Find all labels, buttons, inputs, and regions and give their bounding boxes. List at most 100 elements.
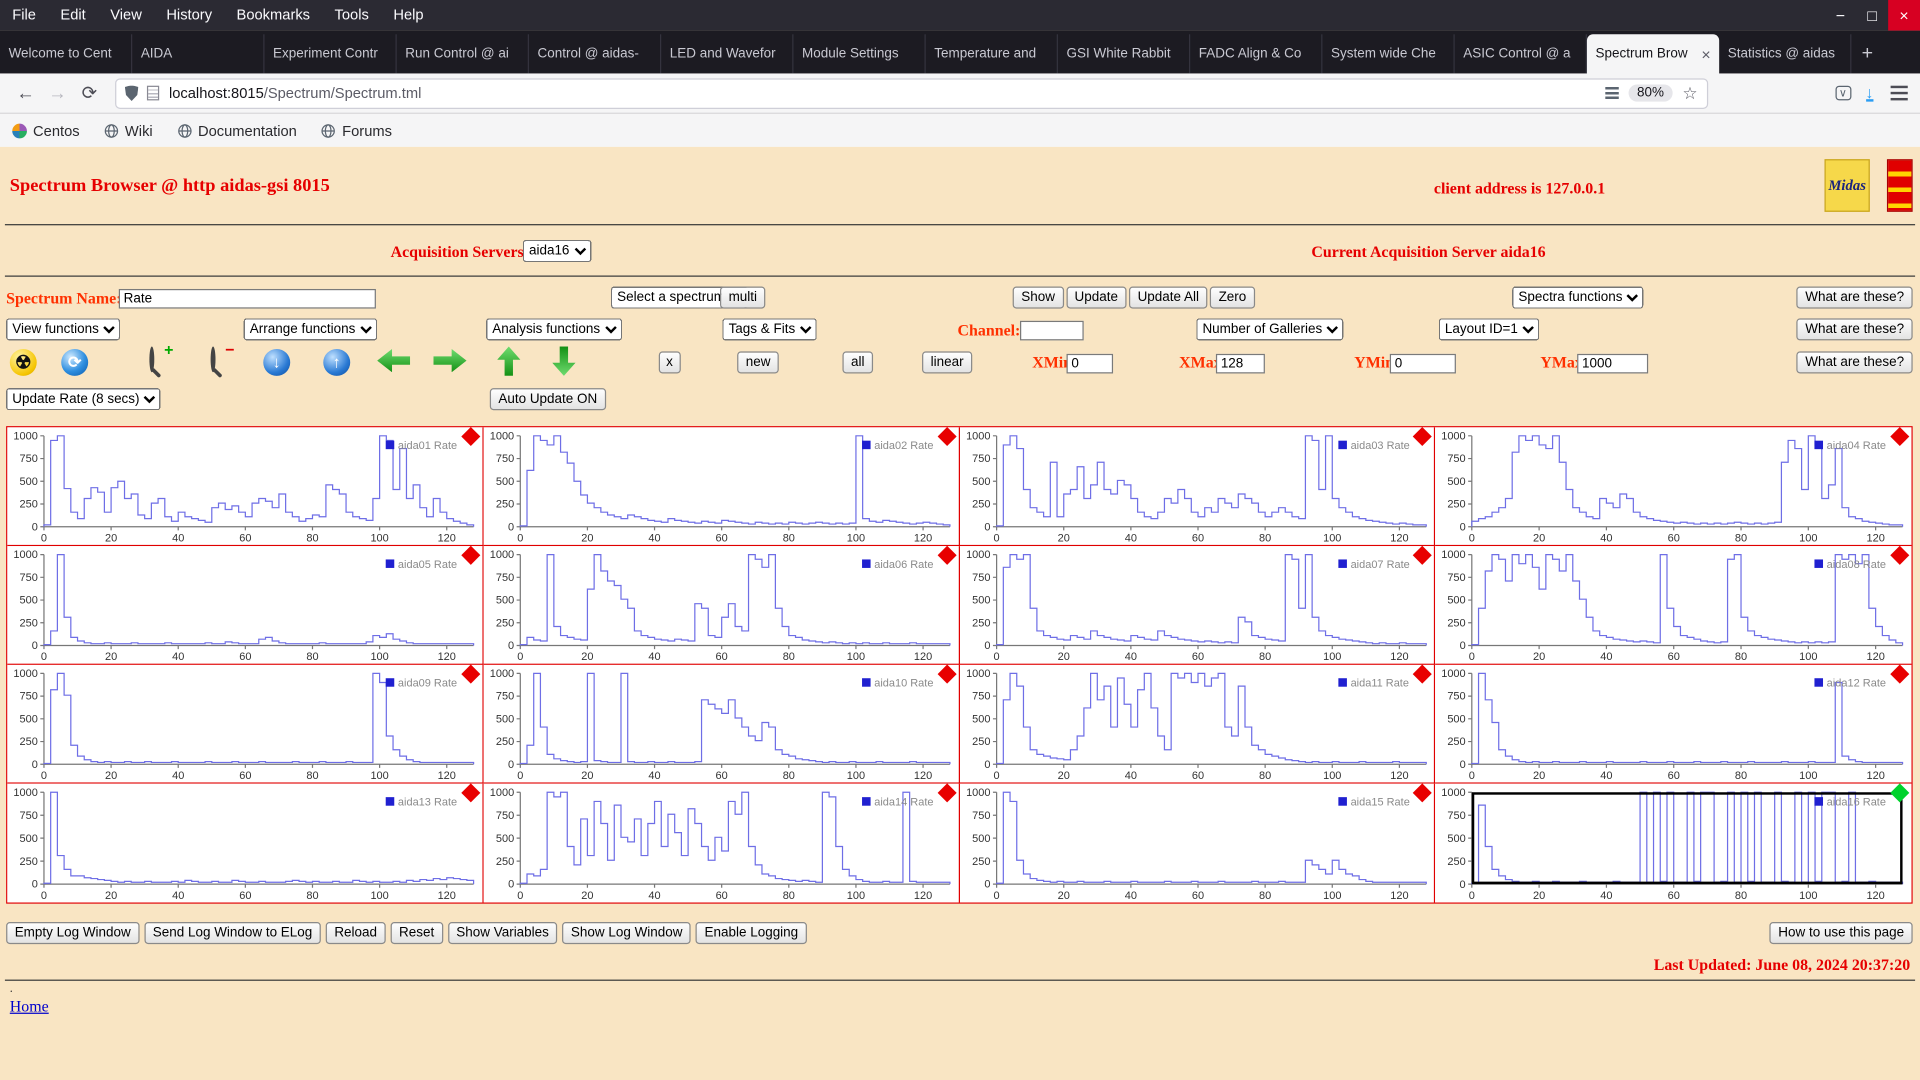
spectrum-cell-aida03[interactable]: 10007505002500020406080100120aida03 Rate (959, 427, 1435, 546)
downloads-icon[interactable]: ↓ (1866, 85, 1874, 101)
tab-8[interactable]: Temperature and (926, 34, 1058, 73)
tab-3[interactable]: Experiment Contr (264, 34, 396, 73)
radiation-icon[interactable]: ☢ (10, 349, 37, 376)
reload-icon[interactable]: ⟳ (73, 82, 105, 104)
spectrum-cell-aida15[interactable]: 10007505002500020406080100120aida15 Rate (959, 784, 1435, 903)
scroll-up-icon[interactable]: ↑ (323, 349, 350, 376)
ymin-input[interactable] (1390, 354, 1456, 374)
back-icon[interactable]: ← (10, 83, 42, 104)
pan-up-icon[interactable] (497, 347, 520, 376)
menu-edit[interactable]: Edit (48, 0, 98, 31)
show-variables-button[interactable]: Show Variables (448, 922, 558, 944)
zoom-level-badge[interactable]: 80% (1628, 84, 1672, 101)
spectrum-cell-aida01[interactable]: 10007505002500020406080100120aida01 Rate (7, 427, 483, 546)
spectrum-cell-aida10[interactable]: 10007505002500020406080100120aida10 Rate (483, 665, 959, 784)
ymax-input[interactable] (1577, 354, 1648, 374)
spectra-functions-dropdown[interactable]: Spectra functions (1512, 287, 1643, 309)
what-are-these-button[interactable]: What are these? (1797, 318, 1913, 340)
update-all-button[interactable]: Update All (1129, 287, 1208, 309)
what-are-these-button[interactable]: What are these? (1797, 351, 1913, 373)
x-button[interactable]: x (659, 351, 680, 373)
tab-14[interactable]: Statistics @ aidas (1719, 34, 1851, 73)
page-info-icon[interactable] (147, 86, 159, 101)
spectrum-cell-aida13[interactable]: 10007505002500020406080100120aida13 Rate (7, 784, 483, 903)
tracking-shield-icon[interactable] (125, 85, 138, 101)
tab-5[interactable]: Control @ aidas- (529, 34, 661, 73)
tab-close-icon[interactable]: × (1701, 45, 1710, 63)
menu-file[interactable]: File (0, 0, 48, 31)
pan-down-icon[interactable] (552, 347, 575, 376)
enable-logging-button[interactable]: Enable Logging (696, 922, 807, 944)
spectrum-cell-aida04[interactable]: 10007505002500020406080100120aida04 Rate (1435, 427, 1911, 546)
url-text[interactable]: localhost:8015/Spectrum/Spectrum.tml (169, 84, 421, 101)
tab-13[interactable]: Spectrum Brow× (1587, 34, 1719, 73)
save-to-pocket-icon[interactable]: ∨ (1835, 86, 1851, 101)
url-bar[interactable]: localhost:8015/Spectrum/Spectrum.tml 80%… (115, 78, 1707, 109)
refresh-icon[interactable]: ⟳ (61, 349, 88, 376)
spectrum-cell-aida09[interactable]: 10007505002500020406080100120aida09 Rate (7, 665, 483, 784)
home-link[interactable]: Home (10, 997, 49, 1017)
tab-7[interactable]: Module Settings (793, 34, 925, 73)
spectrum-cell-aida07[interactable]: 10007505002500020406080100120aida07 Rate (959, 546, 1435, 665)
menu-icon[interactable] (1891, 92, 1908, 94)
maximize-button[interactable]: □ (1856, 0, 1888, 31)
pan-left-icon[interactable] (377, 349, 410, 372)
channel-input[interactable] (1020, 321, 1084, 341)
menu-view[interactable]: View (98, 0, 154, 31)
xmax-input[interactable] (1216, 354, 1265, 374)
analysis-functions-dropdown[interactable]: Analysis functions (486, 318, 622, 340)
reset-button[interactable]: Reset (390, 922, 442, 944)
bookmark-star-icon[interactable]: ☆ (1682, 83, 1697, 104)
layout-id-dropdown[interactable]: Layout ID=1 (1439, 318, 1539, 340)
spectrum-cell-aida16[interactable]: 10007505002500020406080100120aida16 Rate (1435, 784, 1911, 903)
show-button[interactable]: Show (1013, 287, 1064, 309)
number-of-galleries-dropdown[interactable]: Number of Galleries (1196, 318, 1343, 340)
forward-icon[interactable]: → (42, 83, 74, 104)
zero-button[interactable]: Zero (1210, 287, 1255, 309)
how-to-use-button[interactable]: How to use this page (1770, 922, 1913, 944)
spectrum-cell-aida06[interactable]: 10007505002500020406080100120aida06 Rate (483, 546, 959, 665)
linear-button[interactable]: linear (922, 351, 972, 373)
show-log-window-button[interactable]: Show Log Window (562, 922, 691, 944)
bookmark-documentation[interactable]: Documentation (177, 122, 297, 139)
minimize-button[interactable]: − (1824, 0, 1856, 31)
spectrum-cell-aida12[interactable]: 10007505002500020406080100120aida12 Rate (1435, 665, 1911, 784)
spectrum-cell-aida05[interactable]: 10007505002500020406080100120aida05 Rate (7, 546, 483, 665)
zoom-out-icon[interactable]: − (211, 347, 216, 373)
send-log-window-to-elog-button[interactable]: Send Log Window to ELog (144, 922, 321, 944)
spectrum-cell-aida02[interactable]: 10007505002500020406080100120aida02 Rate (483, 427, 959, 546)
tab-10[interactable]: FADC Align & Co (1190, 34, 1322, 73)
menu-tools[interactable]: Tools (322, 0, 381, 31)
auto-update-button[interactable]: Auto Update ON (490, 388, 606, 410)
new-tab-button[interactable]: + (1851, 34, 1883, 73)
menu-help[interactable]: Help (381, 0, 436, 31)
new-button[interactable]: new (737, 351, 779, 373)
pan-right-icon[interactable] (433, 349, 466, 372)
view-functions-dropdown[interactable]: View functions (6, 318, 120, 340)
what-are-these-button[interactable]: What are these? (1797, 287, 1913, 309)
all-button[interactable]: all (842, 351, 873, 373)
reload-button[interactable]: Reload (326, 922, 386, 944)
tab-4[interactable]: Run Control @ ai (397, 34, 529, 73)
tab-12[interactable]: ASIC Control @ a (1455, 34, 1587, 73)
multi-button[interactable]: multi (720, 287, 766, 309)
acquisition-server-dropdown[interactable]: aida16 (523, 240, 592, 262)
spectrum-cell-aida08[interactable]: 10007505002500020406080100120aida08 Rate (1435, 546, 1911, 665)
spectrum-cell-aida11[interactable]: 10007505002500020406080100120aida11 Rate (959, 665, 1435, 784)
update-button[interactable]: Update (1066, 287, 1127, 309)
tab-11[interactable]: System wide Che (1322, 34, 1454, 73)
bookmark-wiki[interactable]: Wiki (104, 122, 153, 139)
menu-bookmarks[interactable]: Bookmarks (224, 0, 322, 31)
spectrum-name-input[interactable] (119, 289, 376, 309)
menu-history[interactable]: History (154, 0, 224, 31)
empty-log-window-button[interactable]: Empty Log Window (6, 922, 139, 944)
tab-6[interactable]: LED and Wavefor (661, 34, 793, 73)
reader-mode-icon[interactable] (1605, 86, 1618, 99)
tab-9[interactable]: GSI White Rabbit (1058, 34, 1190, 73)
tab-1[interactable]: Welcome to Cent (0, 34, 132, 73)
arrange-functions-dropdown[interactable]: Arrange functions (244, 318, 377, 340)
bookmark-centos[interactable]: Centos (12, 122, 79, 139)
close-button[interactable]: × (1888, 0, 1920, 31)
tags-fits-dropdown[interactable]: Tags & Fits (722, 318, 816, 340)
tab-2[interactable]: AIDA (132, 34, 264, 73)
